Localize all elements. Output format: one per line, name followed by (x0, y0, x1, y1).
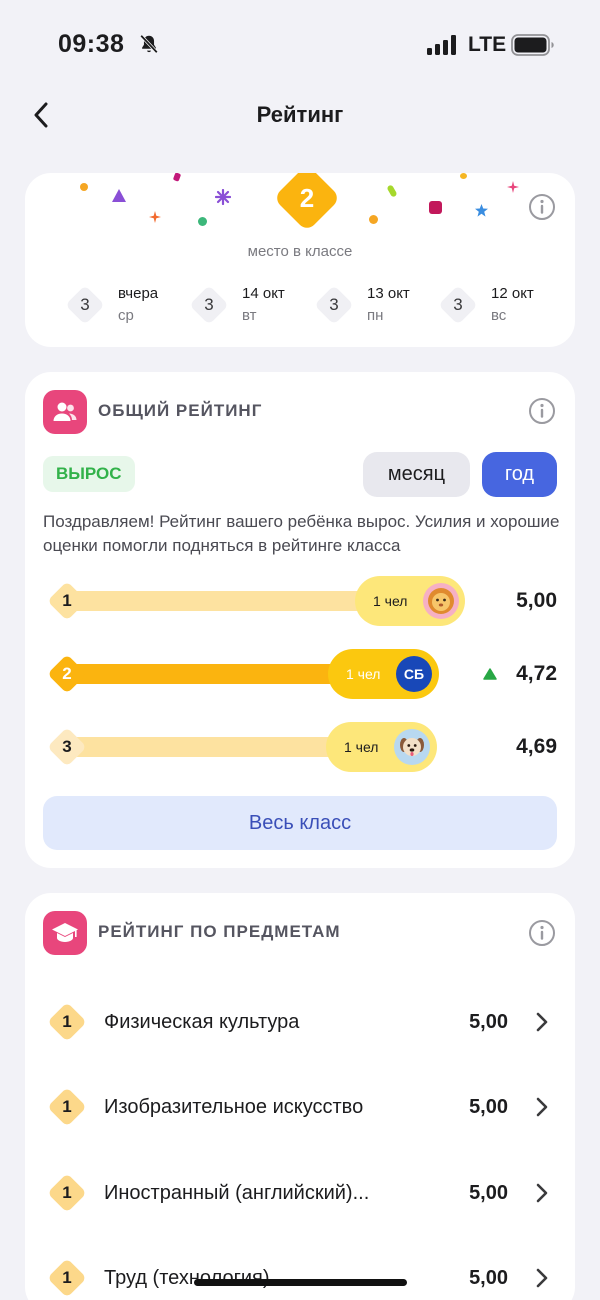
subject-row[interactable]: 1 Иностранный (английский)... 5,00 (25, 1163, 575, 1223)
rating-description: Поздравляем! Рейтинг вашего ребёнка выро… (43, 512, 560, 555)
subject-row[interactable]: 1 Физическая культура 5,00 (25, 992, 575, 1052)
subject-place: 1 (62, 1097, 72, 1116)
history-weekday: пн (367, 307, 384, 324)
current-place-value: 2 (299, 182, 315, 213)
subject-name: Иностранный (английский)... (104, 1181, 370, 1204)
users-icon (43, 390, 87, 434)
history-date: 12 окт (491, 285, 534, 302)
dog-avatar (394, 729, 430, 765)
rank-row-3[interactable]: 3 1 чел 4,69 (43, 722, 557, 772)
home-indicator[interactable] (194, 1279, 407, 1286)
subject-score: 5,00 (469, 1181, 508, 1204)
avatar: СБ (396, 656, 432, 692)
subjects-rating-card: РЕЙТИНГ ПО ПРЕДМЕТАМ 1 Физическая культу… (25, 893, 575, 1300)
rank-bar (73, 664, 369, 684)
subject-score: 5,00 (469, 1010, 508, 1033)
subject-place: 1 (62, 1183, 72, 1202)
history-place: 3 (80, 295, 90, 314)
status-time: 09:38 (58, 30, 125, 58)
graduation-cap-icon (43, 911, 87, 955)
chevron-right-icon (536, 1183, 548, 1203)
place-history-item: 3 14 окт вт (189, 281, 309, 331)
status-badge: ВЫРОС (43, 456, 135, 492)
chevron-right-icon (536, 1097, 548, 1117)
rank-place: 1 (62, 591, 72, 610)
history-weekday: вс (491, 307, 507, 324)
history-place: 3 (329, 295, 339, 314)
current-place-badge: 2 (273, 173, 341, 232)
history-place: 3 (204, 295, 214, 314)
place-caption: место в классе (247, 243, 353, 260)
status-bar: 09:38 LTE (0, 0, 600, 90)
subject-score: 5,00 (469, 1095, 508, 1118)
rank-place-badge: 2 (45, 652, 89, 696)
chevron-right-icon (536, 1268, 548, 1288)
rank-place-badge: 3 (45, 725, 89, 769)
rank-bar (73, 737, 363, 757)
lion-avatar (423, 583, 459, 619)
history-place: 3 (453, 295, 463, 314)
subject-place-badge: 1 (45, 1085, 89, 1129)
rank-row-2[interactable]: 2 1 чел СБ 4,72 (43, 649, 557, 699)
subject-name: Физическая культура (104, 1010, 300, 1033)
place-history-item: 3 вчера ср (65, 281, 185, 331)
section-title: РЕЙТИНГ ПО ПРЕДМЕТАМ (98, 922, 341, 941)
rank-place-badge: 1 (45, 579, 89, 623)
network-label: LTE (468, 33, 507, 56)
subject-row[interactable]: 1 Изобразительное искусство 5,00 (25, 1077, 575, 1137)
chevron-right-icon (536, 1012, 548, 1032)
history-date: 14 окт (242, 285, 285, 302)
rank-place: 2 (62, 664, 72, 683)
history-weekday: вт (242, 307, 257, 324)
history-date: 13 окт (367, 285, 410, 302)
info-icon[interactable] (528, 919, 556, 947)
subject-name: Изобразительное искусство (104, 1095, 364, 1118)
history-date: вчера (118, 285, 159, 302)
rank-place: 3 (62, 737, 72, 756)
rank-people-count: 1 чел (346, 666, 381, 682)
rank-row-1[interactable]: 1 1 чел 5,00 (43, 576, 557, 626)
subject-place: 1 (62, 1268, 72, 1287)
subject-score: 5,00 (469, 1266, 508, 1289)
history-weekday: ср (118, 307, 134, 324)
rank-bar (73, 591, 393, 611)
place-history-item: 3 13 окт пн (314, 281, 434, 331)
signal-icon (427, 35, 456, 55)
period-month-button[interactable]: месяц (363, 452, 470, 497)
place-history-item: 3 12 окт вс (438, 281, 558, 331)
general-rating-card: ОБЩИЙ РЕЙТИНГ ВЫРОС месяц год Поздравляе… (25, 372, 575, 868)
info-icon[interactable] (528, 397, 556, 425)
subject-place: 1 (62, 1012, 72, 1031)
page-title: Рейтинг (256, 102, 344, 127)
rank-people-count: 1 чел (373, 593, 408, 609)
bell-muted-icon (140, 34, 158, 54)
rank-score: 5,00 (516, 589, 557, 612)
section-title: ОБЩИЙ РЕЙТИНГ (98, 401, 263, 420)
rank-score: 4,72 (516, 662, 557, 685)
info-icon[interactable] (528, 193, 556, 221)
battery-icon (511, 34, 554, 56)
subject-row[interactable]: 1 Труд (технология) 5,00 (25, 1248, 575, 1300)
subject-place-badge: 1 (45, 1171, 89, 1215)
place-history: 3 вчера ср 3 14 окт вт 3 13 окт пн 3 12 … (65, 281, 565, 331)
subject-place-badge: 1 (45, 1000, 89, 1044)
trend-up-icon (483, 668, 497, 680)
whole-class-button[interactable]: Весь класс (43, 796, 557, 850)
rank-score: 4,69 (516, 735, 557, 758)
period-year-button[interactable]: год (482, 452, 557, 497)
rank-people-count: 1 чел (344, 739, 379, 755)
class-place-card: 2 место в классе 3 вчера ср 3 14 окт вт … (25, 173, 575, 347)
subject-place-badge: 1 (45, 1256, 89, 1300)
subject-name: Труд (технология) (104, 1266, 270, 1289)
